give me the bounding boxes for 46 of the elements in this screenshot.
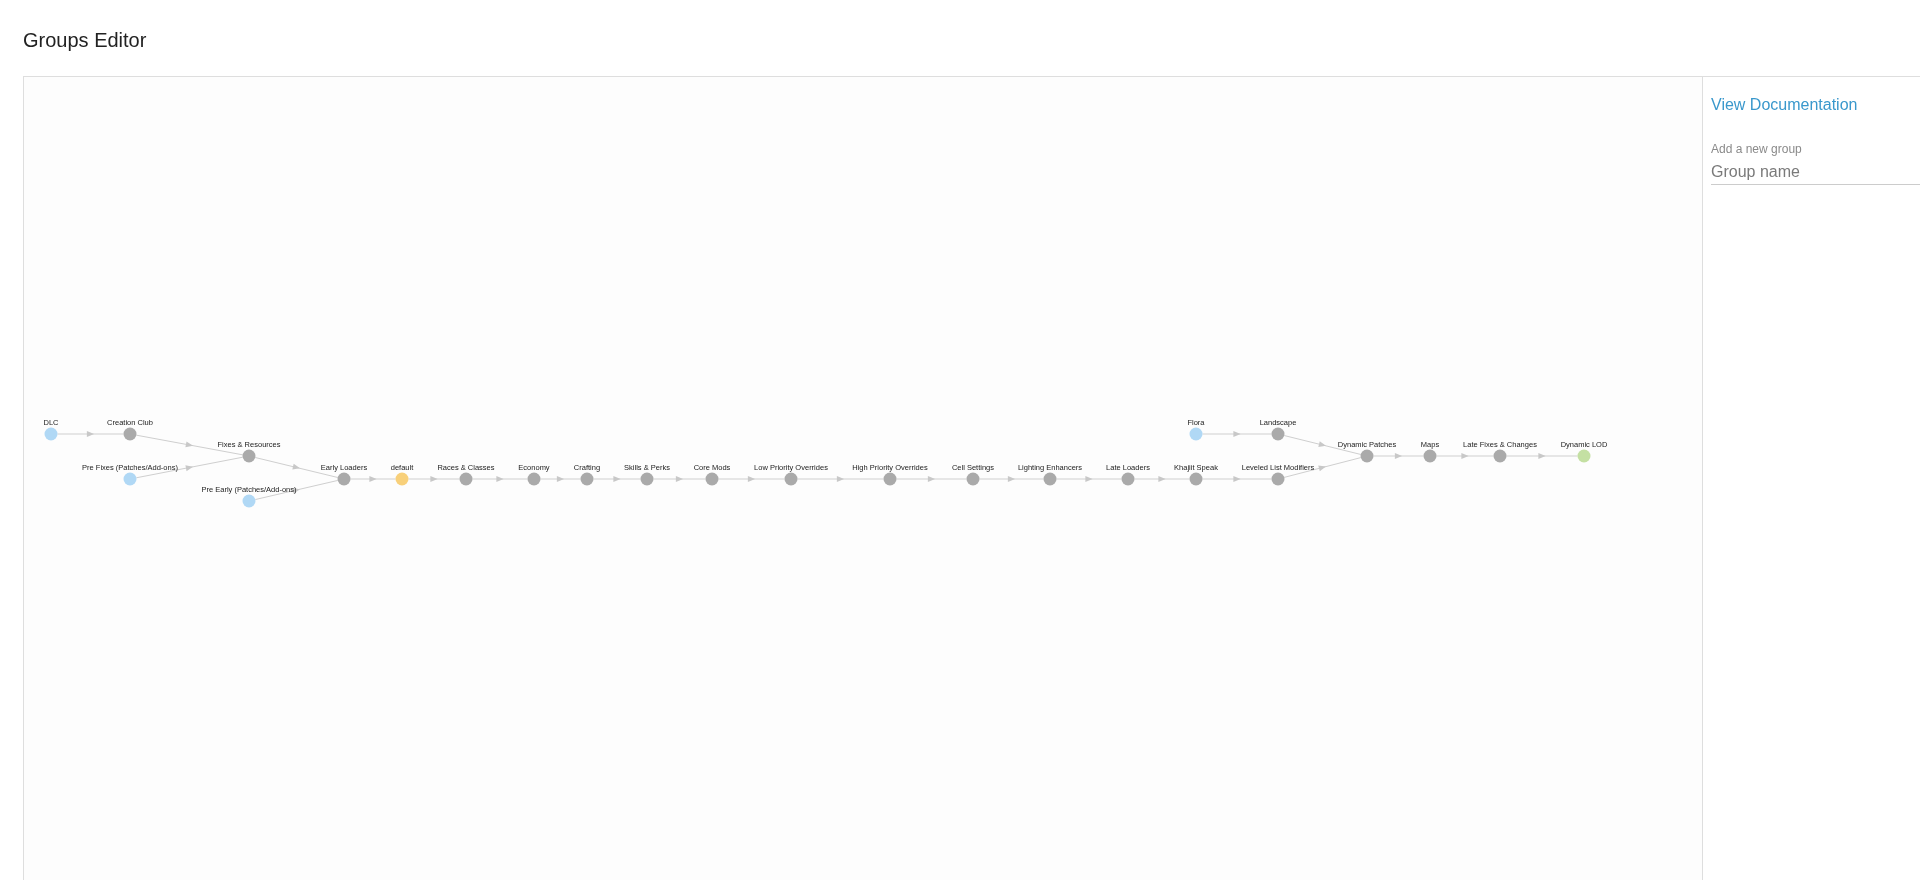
edge-arrow bbox=[593, 476, 641, 482]
graph-node[interactable] bbox=[242, 494, 256, 508]
edge-arrow bbox=[408, 476, 460, 482]
edge-arrow bbox=[1436, 453, 1494, 459]
graph-node[interactable] bbox=[1121, 472, 1135, 486]
graph-node[interactable] bbox=[1271, 472, 1285, 486]
graph-node[interactable] bbox=[44, 427, 58, 441]
edge-arrow bbox=[896, 476, 967, 482]
edge-arrow bbox=[1373, 453, 1424, 459]
graph-node[interactable] bbox=[640, 472, 654, 486]
graph-node[interactable] bbox=[459, 472, 473, 486]
graph-node[interactable] bbox=[242, 449, 256, 463]
graph-node[interactable] bbox=[883, 472, 897, 486]
edge-arrow bbox=[57, 431, 124, 437]
graph-node[interactable] bbox=[1577, 449, 1591, 463]
graph-node[interactable] bbox=[1360, 449, 1374, 463]
input-field[interactable]: Group name bbox=[1711, 159, 1920, 185]
edge-arrow bbox=[1506, 453, 1578, 459]
graph-node[interactable] bbox=[1493, 449, 1507, 463]
graph-node[interactable] bbox=[1189, 472, 1203, 486]
documentation-link[interactable]: View Documentation bbox=[1711, 93, 1858, 117]
graph-node[interactable] bbox=[705, 472, 719, 486]
graph-node[interactable] bbox=[1189, 427, 1203, 441]
graph-node[interactable] bbox=[966, 472, 980, 486]
edge-arrow bbox=[540, 476, 581, 482]
edge-arrow bbox=[718, 476, 785, 482]
edge-arrow bbox=[979, 476, 1044, 482]
graph-node[interactable] bbox=[580, 472, 594, 486]
graph-node[interactable] bbox=[123, 472, 137, 486]
graph-node[interactable] bbox=[337, 472, 351, 486]
edge-arrow bbox=[350, 476, 396, 482]
edge-arrow bbox=[1202, 476, 1272, 482]
edge-arrow bbox=[1134, 476, 1190, 482]
graph-node[interactable] bbox=[527, 472, 541, 486]
edge-arrow bbox=[1202, 431, 1272, 437]
edge-arrow bbox=[653, 476, 706, 482]
graph-node[interactable] bbox=[1043, 472, 1057, 486]
edge-arrow bbox=[1056, 476, 1122, 482]
graph-node[interactable] bbox=[784, 472, 798, 486]
graph-node[interactable] bbox=[123, 427, 137, 441]
graph-node[interactable] bbox=[395, 472, 409, 486]
graph-node[interactable] bbox=[1271, 427, 1285, 441]
edge-arrow bbox=[472, 476, 528, 482]
graph-node[interactable] bbox=[1423, 449, 1437, 463]
field-label: Add a new group bbox=[1711, 141, 1802, 157]
page-title: Groups Editor bbox=[23, 28, 147, 53]
